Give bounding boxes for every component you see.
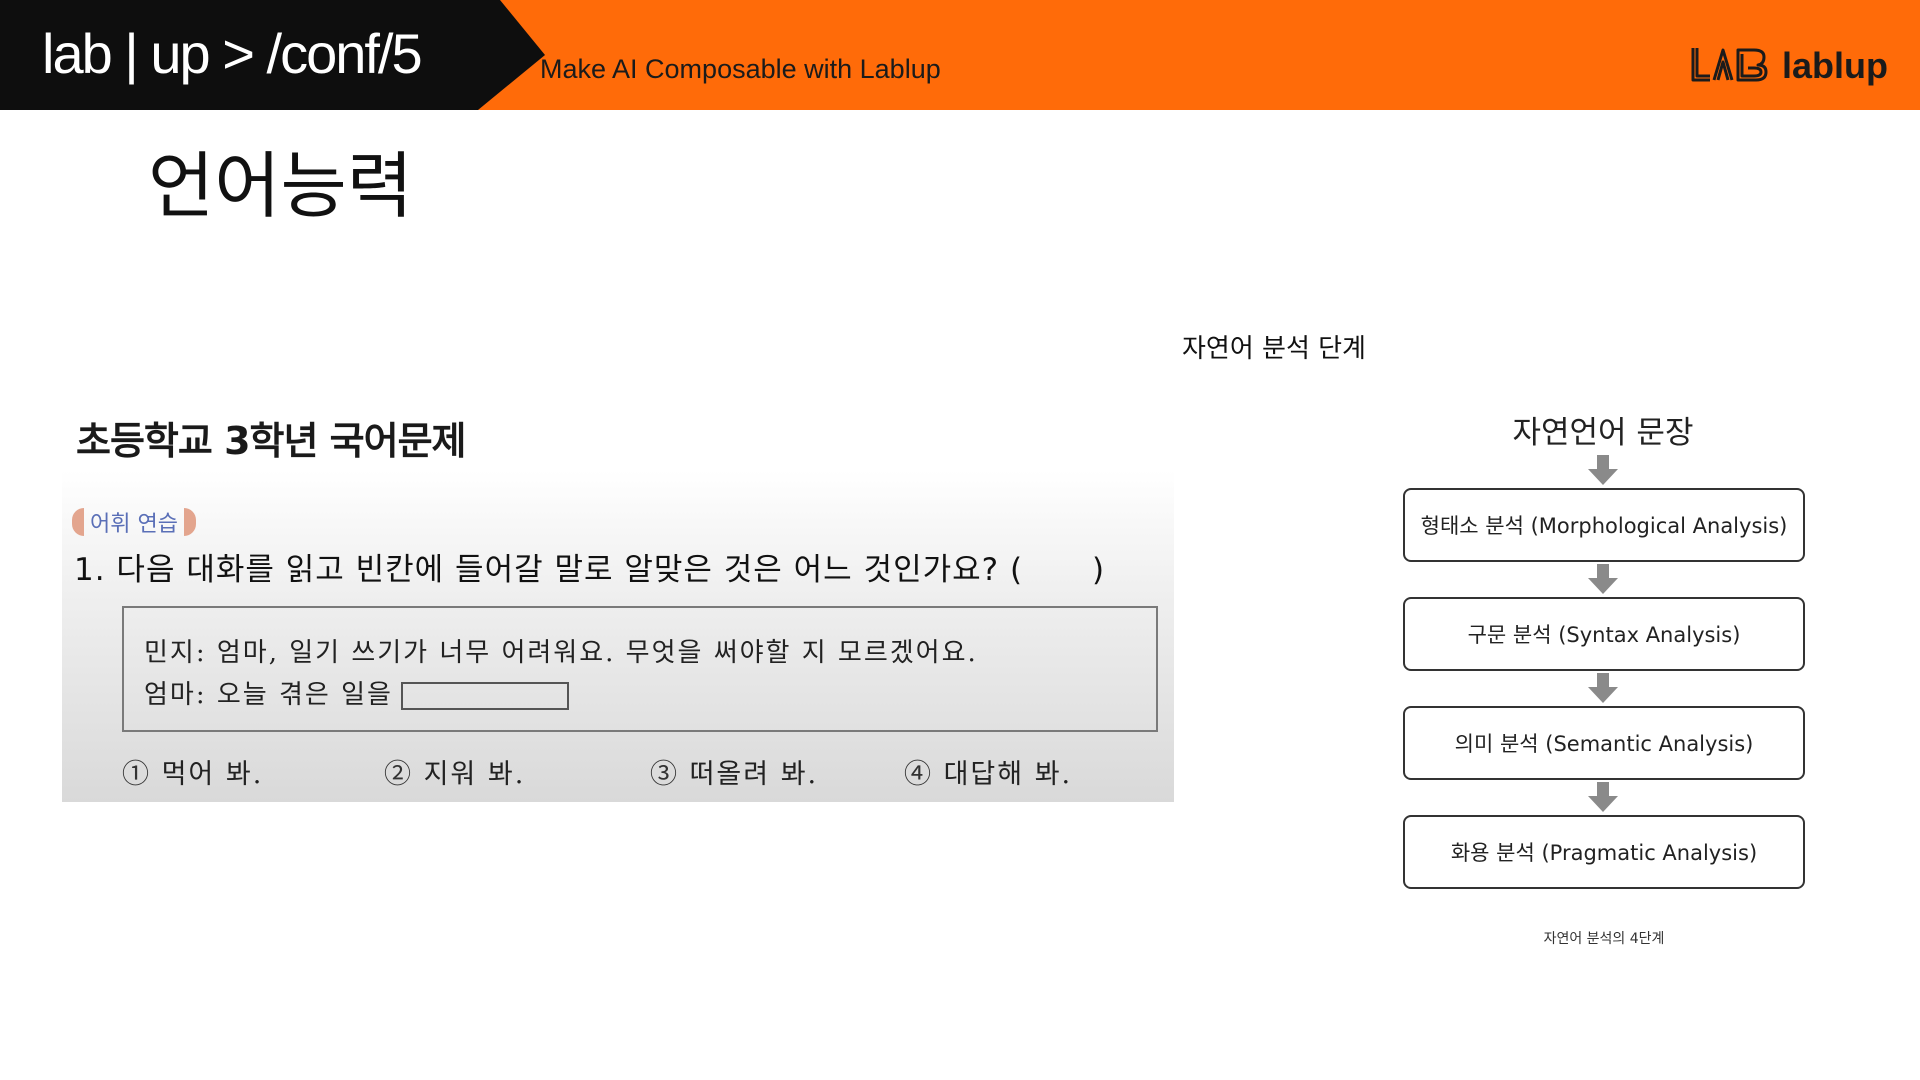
choice-text: 지워 봐. xyxy=(423,759,526,790)
choice-number: ① xyxy=(122,759,151,790)
choice-3: ③ 떠올려 봐. xyxy=(650,752,818,791)
stage-box-syntax: 구문 분석 (Syntax Analysis) xyxy=(1403,597,1805,671)
dialog-box: 민지: 엄마, 일기 쓰기가 너무 어려워요. 무엇을 써야할 지 모르겠어요.… xyxy=(122,606,1158,732)
choice-number: ④ xyxy=(904,759,933,790)
choice-text: 먹어 봐. xyxy=(161,759,264,790)
exam-question-image: 어휘 연습 1. 다음 대화를 읽고 빈칸에 들어갈 말로 알맞은 것은 어느 … xyxy=(62,470,1174,802)
stage-label: 의미 분석 (Semantic Analysis) xyxy=(1454,732,1754,756)
conference-title: lab | up > /conf/5 xyxy=(42,22,423,85)
badge-right-bracket xyxy=(183,508,196,536)
question-text: 1. 다음 대화를 읽고 빈칸에 들어갈 말로 알맞은 것은 어느 것인가요? … xyxy=(74,552,1024,588)
answer-blank-box xyxy=(400,682,569,710)
slide-title: 언어능력 xyxy=(148,144,413,228)
choice-2: ② 지워 봐. xyxy=(384,752,525,791)
down-arrow-icon xyxy=(1588,564,1618,594)
stage-label: 형태소 분석 (Morphological Analysis) xyxy=(1420,514,1788,538)
question-close-paren: ) xyxy=(1092,552,1105,588)
nlp-stages-caption: 자연어 분석 단계 xyxy=(1182,334,1366,364)
down-arrow-icon xyxy=(1588,782,1618,812)
choice-number: ② xyxy=(384,759,413,790)
stage-box-pragmatic: 화용 분석 (Pragmatic Analysis) xyxy=(1403,815,1805,889)
stage-box-semantic: 의미 분석 (Semantic Analysis) xyxy=(1403,706,1805,780)
flow-footnote: 자연어 분석의 4단계 xyxy=(1543,931,1665,947)
choice-1: ① 먹어 봐. xyxy=(122,752,263,791)
exam-heading: 초등학교 3학년 국어문제 xyxy=(76,419,467,463)
choice-text: 떠올려 봐. xyxy=(689,759,819,790)
vocab-practice-badge: 어휘 연습 xyxy=(72,508,196,537)
down-arrow-icon xyxy=(1588,673,1618,703)
stage-label: 구문 분석 (Syntax Analysis) xyxy=(1467,623,1741,647)
dialog-line-mom: 엄마: 오늘 겪은 일을 xyxy=(144,674,569,711)
down-arrow-icon xyxy=(1588,455,1618,485)
brand: lablup xyxy=(1690,44,1888,88)
brand-name: lablup xyxy=(1782,45,1888,86)
header-bar: lab | up > /conf/5 Make AI Composable wi… xyxy=(0,0,1920,110)
flow-title: 자연언어 문장 xyxy=(1512,415,1694,451)
dialog-line-minji: 민지: 엄마, 일기 쓰기가 너무 어려워요. 무엇을 써야할 지 모르겠어요. xyxy=(144,638,978,668)
conference-tagline: Make AI Composable with Lablup xyxy=(540,54,941,84)
badge-left-bracket xyxy=(72,508,84,536)
choice-number: ③ xyxy=(650,759,679,790)
stage-label: 화용 분석 (Pragmatic Analysis) xyxy=(1450,841,1758,865)
choice-4: ④ 대답해 봐. xyxy=(904,752,1072,791)
lablup-logo-icon xyxy=(1691,48,1768,82)
stage-box-morphological: 형태소 분석 (Morphological Analysis) xyxy=(1403,488,1805,562)
choice-text: 대답해 봐. xyxy=(943,759,1073,790)
dialog-line-mom-text: 엄마: 오늘 겪은 일을 xyxy=(144,680,393,710)
badge-label: 어휘 연습 xyxy=(90,512,178,537)
